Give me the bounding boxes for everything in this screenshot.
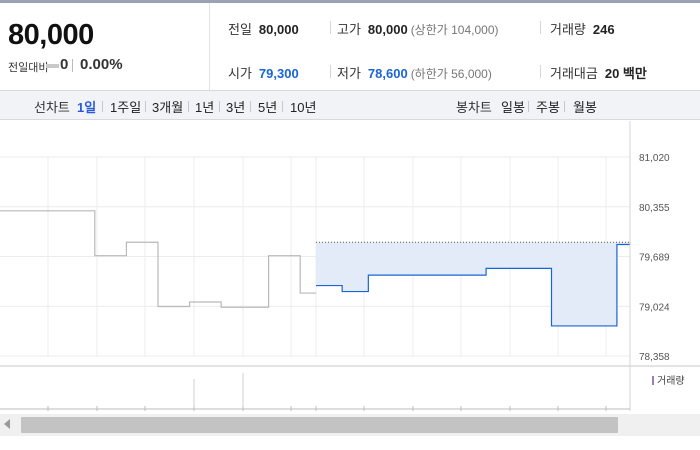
series-area-today [316, 242, 630, 326]
tab-1d[interactable]: 1일 [77, 97, 96, 116]
stat-label: 거래대금 [550, 66, 598, 81]
tab-3m[interactable]: 3개월 [152, 97, 183, 116]
volume-legend: 거래량 [652, 372, 685, 387]
stat-label: 시가 [228, 66, 252, 81]
tab-5y[interactable]: 5년 [258, 97, 277, 116]
divider [282, 101, 283, 112]
lower-limit: (하한가 56,000) [410, 67, 492, 81]
price-summary: 80,000 전일대비 0 0.00% [0, 3, 210, 90]
stat-open: 시가 79,300 [228, 63, 299, 82]
upper-limit: (상한가 104,000) [410, 23, 499, 37]
divider [540, 21, 541, 34]
compare-label: 전일대비 [8, 62, 49, 74]
stat-value: 80,000 [258, 22, 299, 37]
stat-volume: 거래량 246 [550, 19, 615, 38]
chart-scrollbar[interactable] [0, 414, 700, 436]
y-tick-label: 79,024 [639, 302, 670, 313]
compare-value: 0 [60, 56, 69, 73]
stock-header: 80,000 전일대비 0 0.00% 전일 80,000 고가 80,000 (상한… [0, 0, 700, 90]
y-tick-label: 79,689 [639, 253, 670, 264]
divider [188, 101, 189, 112]
stat-value: 79,300 [258, 66, 299, 81]
stat-value: 20 백만 [604, 66, 647, 81]
stat-label: 거래량 [550, 22, 586, 37]
line-chart-label: 선차트 [34, 100, 70, 115]
current-price: 80,000 [8, 19, 94, 51]
y-tick-label: 78,358 [639, 352, 670, 363]
divider [528, 101, 529, 112]
tab-3y[interactable]: 3년 [226, 97, 245, 116]
stat-value: 80,000 [367, 22, 408, 37]
y-tick-label: 80,355 [639, 203, 670, 214]
scroll-left-arrow-icon[interactable] [4, 419, 10, 429]
stat-high: 고가 80,000 (상한가 104,000) [337, 19, 499, 38]
divider [250, 101, 251, 112]
price-chart: 81,020 80,355 79,689 79,024 78,358 거래량 [0, 121, 700, 411]
tab-1w[interactable]: 1주일 [110, 97, 141, 116]
chart-svg: 81,020 80,355 79,689 79,024 78,358 [0, 121, 700, 411]
divider [564, 101, 565, 112]
tab-daily[interactable]: 일봉 [501, 97, 525, 116]
divider [219, 101, 220, 112]
stat-label: 고가 [337, 22, 361, 37]
candle-chart-label: 봉차트 [456, 100, 492, 115]
chart-period-tabs: 선차트 1일 1주일 3개월 1년 3년 5년 10년 봉차트 일봉 주봉 월봉 [0, 90, 700, 120]
tab-monthly[interactable]: 월봉 [573, 97, 597, 116]
stat-low: 저가 78,600 (하한가 56,000) [337, 63, 492, 82]
divider [330, 65, 331, 78]
divider [102, 101, 103, 112]
stat-label: 저가 [337, 66, 361, 81]
change-rate: 0.00% [80, 56, 123, 73]
volume-marker-icon [652, 376, 654, 385]
y-tick-label: 81,020 [639, 153, 670, 164]
tab-weekly[interactable]: 주봉 [536, 97, 560, 116]
no-change-icon [46, 64, 59, 68]
divider [330, 21, 331, 34]
stat-prev-close: 전일 80,000 [228, 19, 299, 38]
scroll-thumb[interactable] [21, 417, 618, 433]
tab-1y[interactable]: 1년 [195, 97, 214, 116]
stat-label: 전일 [228, 22, 252, 37]
divider [145, 101, 146, 112]
divider [72, 59, 73, 72]
series-line-previous [0, 210, 316, 308]
stat-value: 78,600 [367, 66, 408, 81]
tab-10y[interactable]: 10년 [290, 97, 316, 116]
stat-trade-amount: 거래대금 20 백만 [550, 63, 647, 82]
divider [540, 65, 541, 78]
stat-value: 246 [592, 22, 615, 37]
volume-legend-label: 거래량 [657, 376, 685, 387]
